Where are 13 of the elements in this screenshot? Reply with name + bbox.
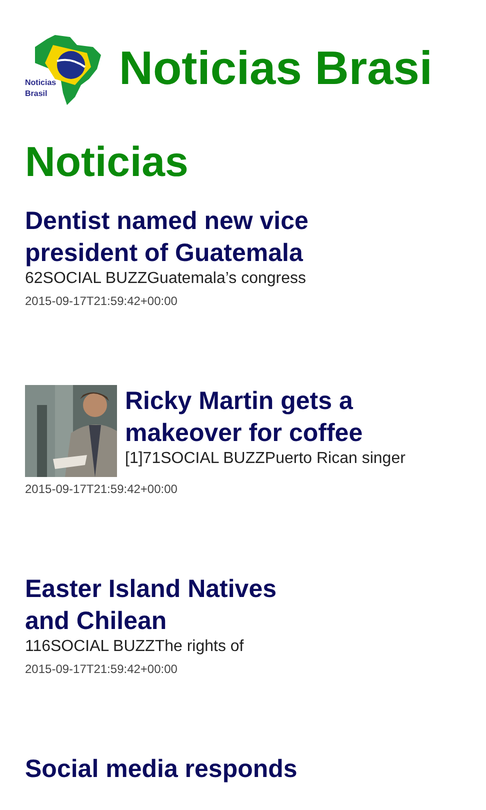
article-title[interactable]: Ricky Martin gets a makeover for coffee: [125, 385, 417, 449]
logo-text: Noticias Brasil: [25, 77, 58, 99]
article-title[interactable]: Social media responds: [25, 753, 317, 785]
section-title: Noticias: [25, 137, 190, 187]
article-snippet: 116SOCIAL BUZZThe rights of: [25, 637, 245, 657]
article-snippet: 62SOCIAL BUZZGuatemala’s congress: [25, 269, 308, 289]
article-date: 2015-09-17T21:59:42+00:00: [25, 481, 178, 497]
app-title: Noticias Brasi: [119, 40, 432, 96]
article-snippet: [1]71SOCIAL BUZZPuerto Rican singer: [125, 449, 406, 469]
article-title[interactable]: Dentist named new vice president of Guatemala: [25, 205, 317, 269]
article-date: 2015-09-17T21:59:42+00:00: [25, 661, 178, 677]
article-title[interactable]: Easter Island Natives and Chilean: [25, 573, 317, 637]
article-date: 2015-09-17T21:59:42+00:00: [25, 293, 178, 309]
